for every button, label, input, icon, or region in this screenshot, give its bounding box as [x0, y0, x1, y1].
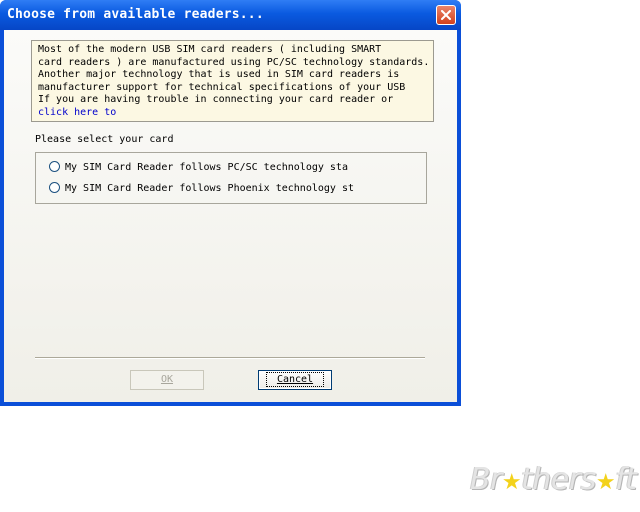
window-title: Choose from available readers...: [7, 7, 264, 22]
watermark-text: thers: [521, 462, 596, 497]
option-phoenix-label: My SIM Card Reader follows Phoenix techn…: [65, 183, 354, 194]
info-text-box[interactable]: Most of the modern USB SIM card readers …: [31, 40, 434, 122]
card-options-group: [35, 152, 427, 204]
option-pcsc[interactable]: My SIM Card Reader follows PC/SC technol…: [49, 161, 354, 173]
title-bar[interactable]: Choose from available readers...: [0, 0, 461, 30]
info-line: If you are having trouble in connecting …: [38, 94, 394, 105]
star-icon: ★: [595, 470, 616, 495]
help-link[interactable]: click here to: [38, 107, 433, 120]
radio-button[interactable]: [49, 182, 60, 193]
brothersoft-watermark: Br★thers★ft: [470, 462, 637, 497]
select-card-label: Please select your card: [35, 134, 174, 145]
dialog-window: Choose from available readers... Most of…: [0, 0, 461, 406]
close-button[interactable]: [436, 5, 456, 25]
option-pcsc-label: My SIM Card Reader follows PC/SC technol…: [65, 162, 348, 173]
option-phoenix[interactable]: My SIM Card Reader follows Phoenix techn…: [49, 182, 354, 194]
info-line: Most of the modern USB SIM card readers …: [38, 44, 382, 55]
divider: [35, 357, 425, 359]
star-icon: ★: [501, 470, 522, 495]
info-line: card readers ) are manufactured using PC…: [38, 56, 430, 68]
dialog-body: Most of the modern USB SIM card readers …: [4, 30, 457, 402]
radio-button[interactable]: [49, 161, 60, 172]
cancel-button[interactable]: Cancel: [258, 370, 332, 390]
watermark-text: Br: [470, 462, 502, 497]
info-line: Another major technology that is used in…: [38, 69, 400, 80]
cancel-button-label: Cancel: [265, 372, 325, 387]
ok-button[interactable]: OK: [130, 370, 204, 390]
watermark-text: ft: [615, 462, 637, 497]
info-line: manufacturer support for technical speci…: [38, 81, 406, 93]
close-icon: [441, 10, 451, 20]
